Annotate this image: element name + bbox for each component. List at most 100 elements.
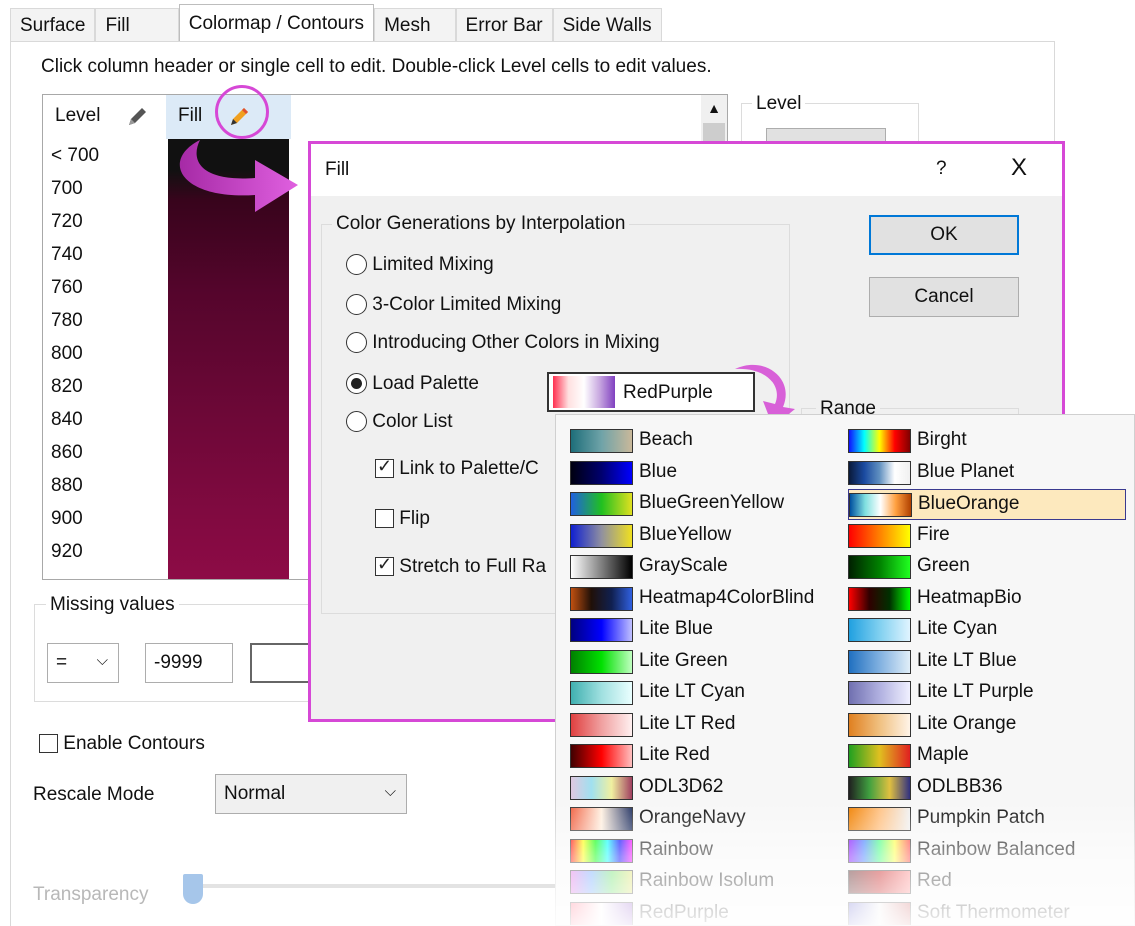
- flip-checkbox[interactable]: Flip: [375, 508, 430, 530]
- checkbox-box[interactable]: [375, 509, 394, 529]
- palette-option-label: Lite Blue: [639, 618, 713, 639]
- palette-option[interactable]: Rainbow: [570, 836, 840, 867]
- radio-circle[interactable]: [346, 254, 367, 276]
- radio-load-palette[interactable]: Load Palette: [346, 373, 479, 395]
- level-cell[interactable]: 720: [51, 211, 83, 233]
- radio-label: 3-Color Limited Mixing: [372, 294, 562, 315]
- palette-option[interactable]: Blue Planet: [848, 458, 1126, 489]
- tab-error-bar[interactable]: Error Bar: [455, 8, 553, 42]
- level-cell[interactable]: 880: [51, 475, 83, 497]
- help-button[interactable]: ?: [936, 158, 947, 180]
- palette-option[interactable]: Lite Red: [570, 741, 840, 772]
- radio-color-list[interactable]: Color List: [346, 411, 453, 433]
- transparency-slider-track[interactable]: [185, 884, 555, 888]
- palette-option[interactable]: Pumpkin Patch: [848, 804, 1126, 835]
- level-cell[interactable]: 860: [51, 442, 83, 464]
- rescale-mode-select[interactable]: Normal ⌵: [215, 774, 407, 814]
- palette-option-label: Lite LT Red: [639, 712, 736, 734]
- radio-introducing-other-colors[interactable]: Introducing Other Colors in Mixing: [346, 332, 660, 354]
- stretch-checkbox[interactable]: Stretch to Full Ra: [375, 554, 546, 578]
- palette-option-label: Pumpkin Patch: [917, 807, 1045, 828]
- palette-option[interactable]: Fire: [848, 521, 1126, 552]
- palette-option[interactable]: OrangeNavy: [570, 804, 840, 835]
- palette-option[interactable]: BlueYellow: [570, 521, 840, 552]
- level-cell[interactable]: 740: [51, 244, 83, 266]
- palette-option[interactable]: Lite Orange: [848, 710, 1126, 741]
- level-cell[interactable]: 760: [51, 277, 83, 299]
- palette-swatch: [848, 555, 911, 579]
- fill-dialog-title: Fill: [325, 159, 350, 180]
- transparency-slider-thumb[interactable]: [183, 874, 203, 904]
- radio-label: Load Palette: [372, 373, 479, 394]
- level-cell[interactable]: 920: [51, 541, 83, 563]
- palette-option[interactable]: Rainbow Isolum: [570, 867, 840, 898]
- level-cell[interactable]: 800: [51, 343, 83, 365]
- palette-option[interactable]: GrayScale: [570, 552, 840, 583]
- palette-option[interactable]: Soft Thermometer: [848, 899, 1126, 925]
- palette-option[interactable]: Green: [848, 552, 1126, 583]
- palette-option[interactable]: Lite Cyan: [848, 615, 1126, 646]
- palette-option[interactable]: Birght: [848, 426, 1126, 457]
- palette-option[interactable]: BlueGreenYellow: [570, 489, 840, 520]
- radio-circle[interactable]: [346, 332, 367, 354]
- palette-option[interactable]: Heatmap4ColorBlind: [570, 584, 840, 615]
- pencil-icon[interactable]: [125, 105, 149, 129]
- missing-color-button[interactable]: [250, 643, 310, 683]
- cancel-button[interactable]: Cancel: [869, 277, 1019, 317]
- fill-column-header[interactable]: Fill: [178, 105, 202, 127]
- missing-operator-select[interactable]: = ⌵: [47, 643, 119, 683]
- link-to-palette-checkbox[interactable]: Link to Palette/C: [375, 456, 539, 480]
- radio-circle[interactable]: [346, 294, 367, 316]
- checkbox-box[interactable]: [375, 554, 394, 577]
- palette-option[interactable]: Lite LT Purple: [848, 678, 1126, 709]
- enable-contours-checkbox[interactable]: Enable Contours: [39, 733, 205, 755]
- ok-button[interactable]: OK: [869, 215, 1019, 255]
- radio-limited-mixing[interactable]: Limited Mixing: [346, 254, 494, 276]
- level-cell[interactable]: < 700: [51, 145, 99, 167]
- tab-bar: Surface Fill Colormap / Contours Mesh Er…: [10, 4, 662, 42]
- radio-circle[interactable]: [346, 373, 367, 395]
- palette-option[interactable]: Lite LT Red: [570, 710, 840, 741]
- palette-option[interactable]: ODLBB36: [848, 773, 1126, 804]
- palette-option[interactable]: HeatmapBio: [848, 584, 1126, 615]
- palette-dropdown-list[interactable]: Beach Birght Blue Blue Planet BlueGreenYello…: [555, 414, 1135, 926]
- level-cell[interactable]: 820: [51, 376, 83, 398]
- palette-select[interactable]: RedPurple: [547, 372, 755, 412]
- palette-option-label: RedPurple: [639, 901, 729, 923]
- palette-swatch: [848, 523, 911, 548]
- palette-swatch: [849, 493, 912, 517]
- scroll-up-icon[interactable]: ▲: [701, 95, 727, 121]
- palette-option[interactable]: Lite Green: [570, 647, 840, 678]
- palette-option[interactable]: Red: [848, 867, 1126, 898]
- palette-option-label: Red: [917, 870, 952, 891]
- palette-option[interactable]: Beach: [570, 426, 840, 457]
- palette-option[interactable]: Lite Blue: [570, 615, 840, 646]
- palette-option-label: Lite LT Purple: [917, 681, 1034, 702]
- palette-option[interactable]: RedPurple: [570, 899, 840, 925]
- tab-mesh[interactable]: Mesh: [374, 8, 456, 42]
- radio-circle[interactable]: [346, 411, 367, 433]
- checkbox-box[interactable]: [39, 734, 58, 754]
- palette-option[interactable]: ODL3D62: [570, 773, 840, 804]
- palette-option[interactable]: Maple: [848, 741, 1126, 772]
- radio-3-color-limited-mixing[interactable]: 3-Color Limited Mixing: [346, 294, 561, 316]
- level-cell[interactable]: 780: [51, 310, 83, 332]
- level-column-header[interactable]: Level: [55, 105, 100, 127]
- level-cell[interactable]: 700: [51, 178, 83, 200]
- tab-surface[interactable]: Surface: [10, 8, 96, 42]
- level-cell[interactable]: 840: [51, 409, 83, 431]
- tab-colormap-contours[interactable]: Colormap / Contours: [178, 4, 375, 42]
- tab-fill[interactable]: Fill: [95, 8, 179, 42]
- checkbox-box[interactable]: [375, 456, 394, 479]
- transparency-label: Transparency: [33, 884, 149, 905]
- tab-side-walls[interactable]: Side Walls: [552, 8, 662, 42]
- palette-option[interactable]: Lite LT Blue: [848, 647, 1126, 678]
- palette-option[interactable]: Blue: [570, 458, 840, 489]
- palette-option[interactable]: Lite LT Cyan: [570, 678, 840, 709]
- palette-option[interactable]: BlueOrange: [848, 489, 1126, 520]
- palette-option[interactable]: Rainbow Balanced: [848, 836, 1126, 867]
- missing-value-input[interactable]: -9999: [145, 643, 233, 683]
- close-icon[interactable]: X: [1011, 154, 1027, 182]
- level-button[interactable]: [766, 128, 886, 142]
- level-cell[interactable]: 900: [51, 508, 83, 530]
